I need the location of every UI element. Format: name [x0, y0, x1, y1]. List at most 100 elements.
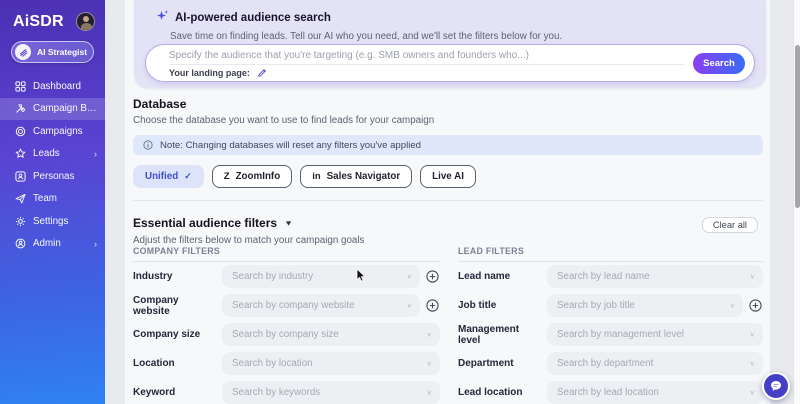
filter-select-department[interactable]: Search by department∨	[547, 352, 763, 375]
filter-row-department: DepartmentSearch by department∨	[458, 349, 763, 378]
add-filter-icon[interactable]	[426, 270, 440, 283]
database-option-label: Sales Navigator	[327, 171, 401, 182]
filter-label: Keyword	[133, 387, 222, 398]
campaigns-icon	[14, 125, 26, 137]
filter-row-lead-name: Lead nameSearch by lead name∨	[458, 262, 763, 291]
filter-row-industry: IndustrySearch by industry∨	[133, 262, 440, 291]
database-option-label: Live AI	[432, 171, 464, 182]
audience-search-input[interactable]: Specify the audience that you're targeti…	[146, 45, 754, 64]
settings-icon	[14, 215, 26, 227]
chevron-down-icon[interactable]: ▼	[284, 219, 293, 227]
chevron-down-icon: ∨	[427, 360, 433, 368]
chevron-down-icon: ∨	[750, 389, 756, 397]
leads-icon	[14, 148, 26, 160]
filter-placeholder: Search by company website	[232, 300, 407, 311]
sidebar-item-settings[interactable]: Settings	[0, 210, 105, 233]
scrollbar-track[interactable]	[793, 0, 800, 404]
filter-label: Lead location	[458, 387, 547, 398]
landing-page-label: Your landing page:	[169, 68, 250, 78]
database-option-zoominfo[interactable]: ZZoomInfo	[212, 165, 292, 188]
sidebar-item-label: Team	[33, 193, 97, 204]
chevron-down-icon: ∨	[427, 331, 433, 339]
sidebar-item-label: Campaigns	[33, 126, 97, 137]
filter-placeholder: Search by company size	[232, 329, 427, 340]
chat-widget-button[interactable]	[762, 372, 790, 400]
filter-placeholder: Search by keywords	[232, 387, 427, 398]
database-option-sales-navigator[interactable]: in Sales Navigator	[300, 165, 412, 188]
ai-strategist-button[interactable]: AI Strategist	[11, 41, 94, 63]
filter-row-job-title: Job titleSearch by job title∨	[458, 291, 763, 320]
sidebar-item-label: Personas	[33, 171, 97, 182]
filter-row-location: LocationSearch by location∨	[133, 349, 440, 378]
company-filters-column: COMPANY FILTERS IndustrySearch by indust…	[133, 246, 440, 404]
ai-strategist-label: AI Strategist	[37, 47, 87, 57]
filter-placeholder: Search by industry	[232, 271, 407, 282]
personas-icon	[14, 170, 26, 182]
filter-select-job-title[interactable]: Search by job title∨	[547, 294, 743, 317]
check-icon: ✓	[184, 171, 192, 182]
filter-select-company-website[interactable]: Search by company website∨	[222, 294, 420, 317]
audience-search-placeholder: Specify the audience that you're targeti…	[169, 50, 529, 61]
filter-select-location[interactable]: Search by location∨	[222, 352, 440, 375]
filter-select-industry[interactable]: Search by industry∨	[222, 265, 420, 288]
database-subtitle: Choose the database you want to use to f…	[133, 115, 763, 126]
filter-select-management-level[interactable]: Search by management level∨	[547, 323, 763, 346]
user-avatar[interactable]	[76, 12, 95, 31]
zoominfo-icon: Z	[224, 171, 230, 182]
scrollbar-thumb[interactable]	[795, 45, 800, 208]
search-button[interactable]: Search	[693, 53, 745, 74]
chevron-down-icon: ∨	[750, 273, 756, 281]
team-icon	[14, 193, 26, 205]
sidebar-item-label: Leads	[33, 148, 87, 159]
essential-filters-header: Essential audience filters ▼ Adjust the …	[133, 216, 763, 246]
sidebar-item-dashboard[interactable]: Dashboard	[0, 75, 105, 98]
sidebar-item-leads[interactable]: Leads›	[0, 143, 105, 166]
sidebar-menu: Dashboard Campaign Builder Campaigns Leads›…	[0, 75, 105, 255]
company-filters-header: COMPANY FILTERS	[133, 246, 440, 256]
sidebar-item-campaigns[interactable]: Campaigns	[0, 120, 105, 143]
sidebar-item-personas[interactable]: Personas	[0, 165, 105, 188]
ai-search-card: AI-powered audience search Save time on …	[134, 0, 766, 88]
ai-search-title: AI-powered audience search	[175, 12, 331, 24]
ai-search-input-container: Specify the audience that you're targeti…	[145, 44, 755, 82]
main-content: AI-powered audience search Save time on …	[125, 0, 770, 404]
filter-select-company-size[interactable]: Search by company size∨	[222, 323, 440, 346]
filter-select-keyword[interactable]: Search by keywords∨	[222, 381, 440, 404]
sidebar-item-team[interactable]: Team	[0, 188, 105, 211]
add-filter-icon[interactable]	[749, 299, 763, 312]
dashboard-icon	[14, 80, 26, 92]
sidebar: AiSDR AI Strategist Dashboard Campaign Bu…	[0, 0, 105, 404]
database-option-unified[interactable]: Unified ✓	[133, 165, 204, 188]
lead-filters-header: LEAD FILTERS	[458, 246, 763, 256]
essential-filters-subtitle: Adjust the filters below to match your c…	[133, 235, 763, 246]
sidebar-item-admin[interactable]: Admin›	[0, 233, 105, 256]
database-option-live-ai[interactable]: Live AI	[420, 165, 476, 188]
campaign-builder-icon	[14, 103, 26, 115]
ai-strategist-icon	[15, 44, 31, 60]
chevron-down-icon: ∨	[407, 302, 413, 310]
sidebar-item-label: Dashboard	[33, 81, 97, 92]
lead-filters-column: LEAD FILTERS Lead nameSearch by lead nam…	[458, 246, 763, 404]
chevron-down-icon: ∨	[427, 389, 433, 397]
sidebar-item-label: Campaign Builder	[33, 103, 97, 114]
filter-row-keyword: KeywordSearch by keywords∨	[133, 378, 440, 404]
database-option-label: Unified	[145, 171, 178, 182]
filter-select-lead-name[interactable]: Search by lead name∨	[547, 265, 763, 288]
edit-pencil-icon[interactable]	[257, 68, 267, 78]
database-note-text: Note: Changing databases will reset any …	[160, 140, 421, 151]
clear-all-button[interactable]: Clear all	[702, 217, 758, 233]
filter-row-company-website: Company websiteSearch by company website…	[133, 291, 440, 320]
add-filter-icon[interactable]	[426, 299, 440, 312]
database-title: Database	[133, 97, 763, 111]
filter-select-lead-location[interactable]: Search by lead location∨	[547, 381, 763, 404]
filter-placeholder: Search by lead location	[557, 387, 750, 398]
filter-label: Job title	[458, 300, 547, 311]
filter-placeholder: Search by location	[232, 358, 427, 369]
sidebar-item-campaign-builder[interactable]: Campaign Builder	[0, 98, 105, 121]
chevron-down-icon: ∨	[730, 302, 736, 310]
sales-navigator-icon: in	[312, 171, 320, 182]
app-logo: AiSDR	[13, 13, 64, 31]
sparkles-icon	[156, 9, 169, 27]
essential-filters-title: Essential audience filters	[133, 216, 277, 230]
filter-placeholder: Search by department	[557, 358, 750, 369]
